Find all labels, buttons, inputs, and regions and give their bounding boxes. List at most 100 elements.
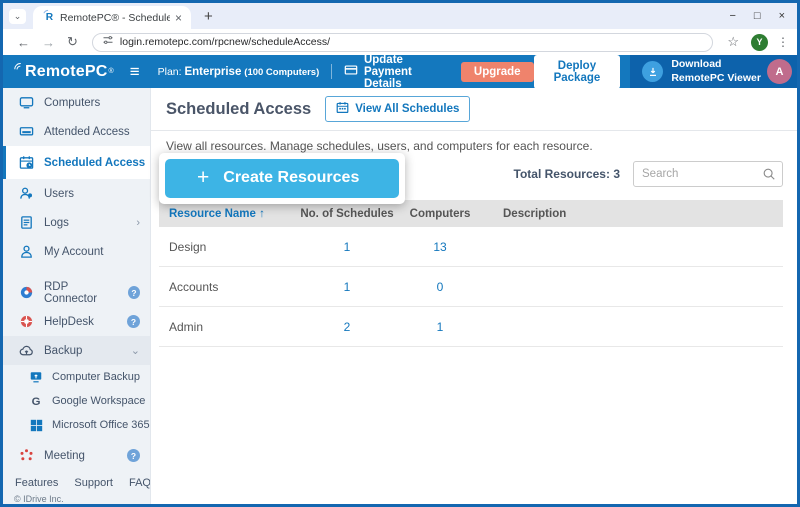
sidebar-item-attended-access[interactable]: Attended Access	[3, 117, 150, 146]
sidebar-item-computers[interactable]: Computers	[3, 88, 150, 117]
deploy-package-button[interactable]: Deploy Package	[534, 55, 621, 89]
search-input[interactable]	[633, 161, 783, 187]
logs-icon	[18, 215, 34, 230]
column-computers: Computers	[403, 208, 477, 220]
sidebar-item-label: Google Workspace	[52, 395, 145, 407]
sidebar-item-helpdesk[interactable]: HelpDesk ?	[3, 307, 150, 336]
sidebar-item-scheduled-access[interactable]: Scheduled Access	[3, 146, 150, 179]
backup-cloud-icon	[18, 343, 34, 358]
sidebar-item-label: Computer Backup	[52, 371, 140, 383]
url-text: login.remotepc.com/rpcnew/scheduleAccess…	[120, 36, 330, 48]
svg-text:R: R	[46, 12, 54, 22]
toolbar-row: + Create Resources Total Resources: 3	[159, 153, 783, 200]
computers-icon	[18, 95, 34, 110]
faqs-link[interactable]: FAQs	[121, 477, 151, 489]
help-icon[interactable]: ?	[127, 449, 140, 462]
new-tab-button[interactable]: +	[204, 8, 213, 25]
microsoft-icon	[28, 419, 44, 432]
header-divider	[331, 64, 332, 79]
computers-count-link[interactable]: 1	[403, 320, 477, 334]
users-icon	[18, 186, 34, 201]
page-title: Scheduled Access	[166, 100, 311, 119]
view-all-schedules-button[interactable]: View All Schedules	[325, 96, 470, 122]
sidebar-item-label: Computers	[44, 97, 100, 109]
resources-table: Resource Name ↑ No. of Schedules Compute…	[159, 200, 783, 347]
copyright-text: © IDrive Inc.	[3, 494, 150, 504]
sidebar-item-microsoft-office-365[interactable]: Microsoft Office 365	[3, 413, 150, 437]
computers-count-link[interactable]: 0	[403, 280, 477, 294]
maximize-icon[interactable]: □	[754, 10, 761, 22]
column-no-of-schedules: No. of Schedules	[291, 208, 403, 220]
calendar-icon	[336, 101, 349, 117]
hamburger-menu-icon[interactable]: ≡	[130, 62, 140, 82]
update-payment-button[interactable]: Update Payment Details	[344, 54, 448, 90]
close-icon[interactable]: ×	[779, 10, 785, 22]
sidebar-item-computer-backup[interactable]: Computer Backup	[3, 365, 150, 389]
support-link[interactable]: Support	[66, 477, 121, 489]
site-settings-icon[interactable]	[102, 33, 114, 51]
plus-icon: +	[197, 170, 209, 187]
view-all-schedules-label: View All Schedules	[355, 103, 459, 115]
chevron-down-icon: ⌄	[14, 11, 22, 22]
column-label: Resource Name	[169, 208, 256, 220]
sidebar-item-label: Users	[44, 188, 74, 200]
table-row: Admin 2 1	[159, 307, 783, 347]
help-icon[interactable]: ?	[128, 286, 140, 299]
forward-icon[interactable]: →	[42, 35, 55, 50]
sidebar-item-label: Backup	[44, 345, 82, 357]
meeting-icon	[18, 448, 34, 463]
search-icon[interactable]	[762, 167, 776, 186]
tab-close-icon[interactable]: ×	[175, 11, 182, 25]
schedules-count-link[interactable]: 1	[291, 240, 403, 254]
sidebar-item-label: RDP Connector	[44, 281, 118, 305]
table-header: Resource Name ↑ No. of Schedules Compute…	[159, 200, 783, 227]
schedules-count-link[interactable]: 2	[291, 320, 403, 334]
logo-text: RemotePC	[25, 63, 108, 81]
table-row: Design 1 13	[159, 227, 783, 267]
help-icon[interactable]: ?	[127, 315, 140, 328]
sidebar: Computers Attended Access Scheduled Acce…	[3, 88, 151, 504]
sidebar-item-label: Scheduled Access	[44, 157, 145, 169]
main-content: Scheduled Access View All Schedules View…	[151, 88, 797, 504]
download-line1: Download	[671, 58, 721, 70]
sidebar-item-rdp-connector[interactable]: RDP Connector ?	[3, 278, 150, 307]
sidebar-item-label: Microsoft Office 365	[52, 419, 150, 431]
minimize-icon[interactable]: −	[729, 10, 735, 22]
sidebar-item-backup[interactable]: Backup ⌄	[3, 336, 150, 365]
app-header: RemotePC ® ≡ Plan: Enterprise (100 Compu…	[3, 55, 797, 88]
url-bar[interactable]: login.remotepc.com/rpcnew/scheduleAccess…	[92, 33, 713, 52]
update-payment-label: Update Payment Details	[364, 54, 448, 90]
browser-profile-avatar[interactable]: Y	[751, 34, 768, 51]
browser-toolbar: ← → ↻ login.remotepc.com/rpcnew/schedule…	[3, 29, 797, 55]
create-resources-button[interactable]: + Create Resources	[165, 159, 399, 198]
computers-count-link[interactable]: 13	[403, 240, 477, 254]
svg-text:G: G	[32, 396, 41, 408]
total-resources-label: Total Resources:	[514, 167, 610, 181]
signal-arc-icon	[13, 59, 24, 77]
tab-search-button[interactable]: ⌄	[9, 9, 26, 24]
browser-menu-icon[interactable]: ⋮	[777, 35, 789, 49]
sidebar-item-logs[interactable]: Logs ›	[3, 208, 150, 237]
features-link[interactable]: Features	[7, 477, 66, 489]
scheduled-access-icon	[18, 155, 34, 170]
coach-mark-highlight: + Create Resources	[159, 153, 405, 204]
browser-tab[interactable]: R RemotePC® - Schedule Access ×	[33, 6, 191, 29]
bookmark-star-icon[interactable]: ☆	[727, 34, 739, 50]
reload-icon[interactable]: ↻	[67, 34, 78, 50]
column-resource-name[interactable]: Resource Name ↑	[159, 208, 291, 220]
back-icon[interactable]: ←	[17, 35, 30, 50]
upgrade-button[interactable]: Upgrade	[461, 62, 534, 82]
sidebar-item-label: HelpDesk	[44, 316, 94, 328]
plan-info: Plan: Enterprise (100 Computers)	[158, 66, 320, 78]
sidebar-item-meeting[interactable]: Meeting ?	[3, 441, 150, 470]
tab-strip: ⌄ R RemotePC® - Schedule Access × + − □ …	[3, 3, 797, 29]
sidebar-section-gap	[3, 266, 150, 278]
sidebar-item-my-account[interactable]: My Account	[3, 237, 150, 266]
google-icon: G	[28, 394, 44, 408]
chevron-down-icon: ⌄	[131, 344, 140, 357]
favicon: R	[42, 9, 55, 27]
sidebar-item-users[interactable]: Users	[3, 179, 150, 208]
schedules-count-link[interactable]: 1	[291, 280, 403, 294]
sidebar-item-google-workspace[interactable]: G Google Workspace	[3, 389, 150, 413]
account-avatar[interactable]: A	[767, 59, 792, 84]
